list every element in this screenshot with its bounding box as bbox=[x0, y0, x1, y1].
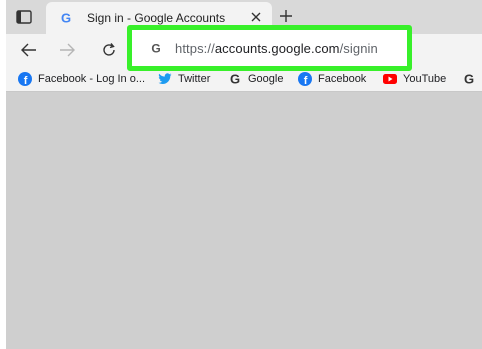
svg-text:G: G bbox=[61, 11, 71, 25]
url-domain: accounts.google.com bbox=[214, 40, 340, 56]
bookmark-google-overflow[interactable]: G bbox=[462, 71, 482, 87]
bookmark-label: YouTube bbox=[403, 73, 447, 85]
tab-actions-icon[interactable] bbox=[14, 8, 34, 26]
new-tab-icon[interactable] bbox=[276, 6, 296, 26]
svg-text:G: G bbox=[151, 42, 160, 56]
bookmark-label: Twitter bbox=[178, 73, 211, 85]
address-bar-highlight: G https://accounts.google.com/signin bbox=[127, 25, 412, 71]
google-g-icon: G bbox=[149, 41, 163, 56]
url-scheme: https:// bbox=[175, 40, 215, 56]
bookmark-label: Google bbox=[248, 73, 284, 85]
bookmark-facebook-login[interactable]: f Facebook - Log In o... bbox=[18, 71, 145, 87]
bookmark-google[interactable]: G Google bbox=[228, 71, 284, 87]
google-g-icon: G bbox=[59, 11, 73, 25]
browser-window: G Sign in - Google Accounts f Facebook -… bbox=[6, 0, 482, 349]
url-text: https://accounts.google.com/signin bbox=[175, 41, 378, 56]
refresh-icon[interactable] bbox=[98, 39, 120, 61]
url-path: /signin bbox=[339, 40, 378, 56]
facebook-icon: f bbox=[18, 72, 32, 86]
svg-text:f: f bbox=[304, 75, 308, 86]
bookmark-facebook[interactable]: f Facebook bbox=[298, 71, 366, 87]
page-content bbox=[6, 93, 482, 349]
google-g-icon: G bbox=[462, 72, 476, 86]
bookmark-twitter[interactable]: Twitter bbox=[158, 71, 210, 87]
twitter-icon bbox=[158, 72, 172, 86]
tab-title: Sign in - Google Accounts bbox=[87, 11, 226, 25]
youtube-icon bbox=[383, 72, 397, 86]
bookmark-label: Facebook - Log In o... bbox=[38, 73, 146, 85]
svg-text:f: f bbox=[24, 75, 28, 86]
forward-arrow-icon[interactable] bbox=[56, 39, 78, 61]
svg-text:G: G bbox=[230, 72, 240, 86]
bookmark-youtube[interactable]: YouTube bbox=[383, 71, 446, 87]
address-bar[interactable]: G https://accounts.google.com/signin bbox=[136, 34, 403, 62]
google-g-icon: G bbox=[228, 72, 242, 86]
svg-text:G: G bbox=[464, 72, 474, 86]
close-tab-icon[interactable] bbox=[248, 9, 264, 25]
facebook-icon: f bbox=[298, 72, 312, 86]
back-arrow-icon[interactable] bbox=[18, 39, 40, 61]
bookmark-label: Facebook bbox=[318, 73, 367, 85]
